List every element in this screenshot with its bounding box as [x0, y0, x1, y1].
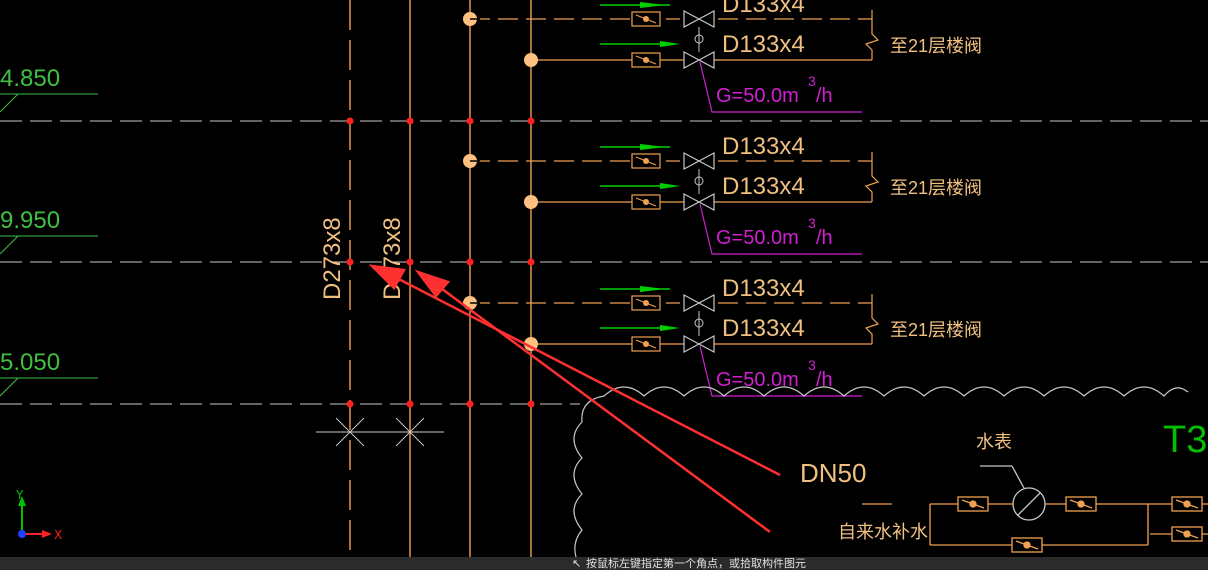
command-status-bar: ↖ 按鼠标左键指定第一个角点，或拾取构件图元	[0, 557, 1208, 570]
branch-pipe-size-label: D133x4	[722, 275, 805, 302]
tag-label: T3-	[1163, 419, 1208, 461]
flow-exponent-label: 3	[808, 357, 816, 373]
branch-pipe-size-label: D133x4	[722, 315, 805, 342]
dn50-label: DN50	[800, 458, 866, 488]
flow-unit-label: /h	[816, 227, 833, 249]
branch-row: D133x4 D133x4 至21层楼阀 G=50.0m 3/h	[463, 133, 982, 255]
water-supply-label: 自来水补水	[838, 522, 928, 542]
pipe-supports	[316, 417, 444, 447]
branch-note-label: 至21层楼阀	[890, 36, 982, 56]
elevation-label: 4.850	[0, 65, 60, 92]
cad-drawing-canvas[interactable]: 4.850 9.950 5.050 D273x8 D273x8 D133x4D1…	[0, 0, 1208, 570]
flow-rate-label: G=50.0m	[716, 227, 799, 249]
branch-pipe-size-label: D133x4	[722, 133, 805, 160]
cursor-icon: ↖	[572, 557, 582, 570]
water-meter-label: 水表	[976, 432, 1012, 452]
ucs-x-label: X	[54, 528, 62, 542]
command-prompt-text: 按鼠标左键指定第一个角点，或拾取构件图元	[586, 557, 806, 570]
branch-note-label: 至21层楼阀	[890, 320, 982, 340]
main-pipe-label: D273x8	[319, 217, 346, 300]
grid-lines	[0, 120, 1208, 405]
branch-pipe-size-label: D133x4	[722, 173, 805, 200]
branch-note-label: 至21层楼阀	[890, 178, 982, 198]
ucs-y-label: Y	[15, 488, 24, 502]
ucs-icon	[18, 496, 52, 538]
flow-rate-label: G=50.0m	[716, 85, 799, 107]
flow-exponent-label: 3	[808, 73, 816, 89]
elevation-label: 5.050	[0, 349, 60, 376]
branch-row: D133x4 D133x4 至21层楼阀 G=50.0m 3/h	[463, 0, 982, 113]
flow-unit-label: /h	[816, 85, 833, 107]
annotation-arrows	[368, 264, 781, 534]
branch-pipe-size-label: D133x4	[722, 31, 805, 58]
branch-pipe-size-label: D133x4	[722, 0, 805, 18]
elevation-label: 9.950	[0, 207, 60, 234]
flow-exponent-label: 3	[808, 215, 816, 231]
branch-row: D133x4D133x4 至21层楼阀G=50.0m3/h	[463, 275, 982, 397]
